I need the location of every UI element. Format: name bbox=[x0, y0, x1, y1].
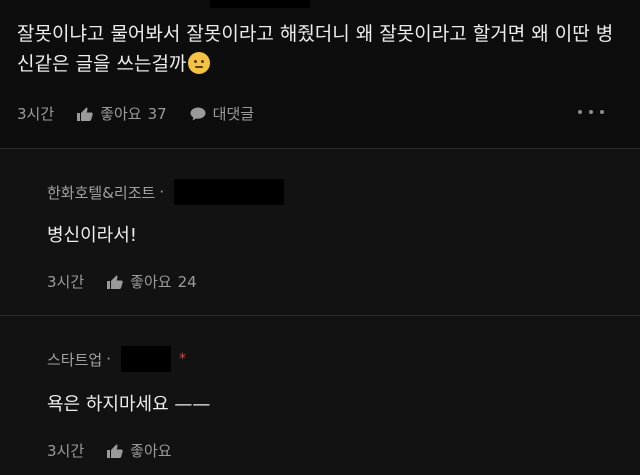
reply-author[interactable]: 한화호텔&리조트 bbox=[47, 182, 155, 203]
thinking-face-icon bbox=[188, 52, 211, 74]
like-count: 24 bbox=[177, 272, 197, 291]
timestamp: 3시간 bbox=[47, 273, 85, 291]
more-options-icon[interactable] bbox=[578, 106, 604, 118]
main-comment: 잘못이냐고 물어봐서 잘못이라고 해줬더니 왜 잘못이라고 할거면 왜 이딴 병… bbox=[0, 0, 640, 148]
thumbs-up-icon[interactable] bbox=[106, 443, 124, 459]
main-comment-meta: 3시간 좋아요 37 대댓글 bbox=[17, 103, 254, 124]
like-count: 37 bbox=[147, 104, 167, 123]
like-button[interactable]: 좋아요 bbox=[130, 271, 171, 292]
redacted-block bbox=[120, 346, 171, 372]
thumbs-up-icon[interactable] bbox=[76, 106, 94, 122]
reply-author-row: 한화호텔&리조트 · bbox=[47, 179, 285, 205]
reply-item: 한화호텔&리조트 · 병신이라서! 3시간 좋아요 24 bbox=[0, 149, 640, 315]
like-button[interactable]: 좋아요 bbox=[100, 103, 141, 124]
reply-button[interactable]: 대댓글 bbox=[213, 103, 254, 124]
separator-dot: · bbox=[159, 183, 165, 201]
main-comment-text: 잘못이냐고 물어봐서 잘못이라고 해줬더니 왜 잘못이라고 할거면 왜 이딴 병… bbox=[17, 23, 614, 75]
timestamp: 3시간 bbox=[47, 442, 85, 460]
redacted-block bbox=[210, 0, 310, 8]
reply-author[interactable]: 스타트업 bbox=[47, 349, 102, 370]
separator-dot: · bbox=[106, 350, 111, 368]
reply-text: 욕은 하지마세요 —— bbox=[47, 394, 211, 415]
required-mark: * bbox=[178, 351, 186, 367]
redacted-block bbox=[174, 179, 285, 205]
thumbs-up-icon[interactable] bbox=[106, 274, 124, 290]
reply-item: 스타트업 · * 욕은 하지마세요 —— 3시간 좋아요 bbox=[0, 316, 640, 475]
reply-text: 병신이라서! bbox=[47, 225, 138, 246]
reply-meta: 3시간 좋아요 bbox=[47, 440, 178, 461]
like-button[interactable]: 좋아요 bbox=[130, 440, 171, 461]
reply-author-row: 스타트업 · * bbox=[47, 346, 186, 372]
timestamp: 3시간 bbox=[17, 105, 55, 123]
speech-bubble-icon[interactable] bbox=[189, 106, 207, 122]
reply-meta: 3시간 좋아요 24 bbox=[47, 271, 219, 292]
